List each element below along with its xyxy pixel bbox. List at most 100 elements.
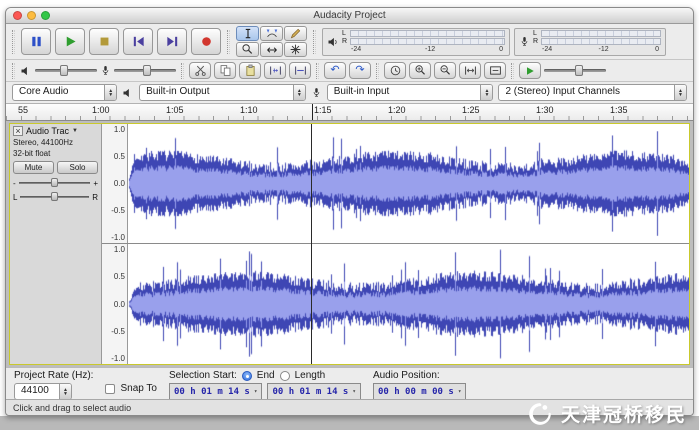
timeline-label: 1:35 <box>610 105 628 115</box>
meter-right-label: R <box>533 37 539 45</box>
play-button[interactable] <box>55 28 85 55</box>
fit-project-button[interactable] <box>484 62 506 79</box>
clock-icon <box>390 65 400 76</box>
selection-toolbar: Project Rate (Hz): 44100 ▲ ▼ Snap To Sel… <box>6 367 693 400</box>
end-radio[interactable] <box>241 370 252 381</box>
device-toolbar: Core Audio ▲ ▼ Built-in Output ▲ ▼ Built… <box>6 82 693 104</box>
meter-bars: L R -24 -12 0 <box>533 29 661 54</box>
stop-button[interactable] <box>89 28 119 55</box>
track-close-button[interactable]: × <box>13 126 23 136</box>
track-menu-dropdown-icon[interactable]: ▼ <box>72 128 78 134</box>
toolbar-grip[interactable] <box>227 29 230 54</box>
double-arrow-icon <box>266 46 277 53</box>
record-button[interactable] <box>191 28 221 55</box>
sync-lock-button[interactable] <box>384 62 406 79</box>
audio-host-select[interactable]: Core Audio ▲ ▼ <box>12 84 118 101</box>
envelope-tool-button[interactable] <box>260 26 283 41</box>
playback-meter[interactable]: L R -24 -12 0 <box>322 27 510 56</box>
undo-button[interactable]: ↶ <box>324 62 346 79</box>
cut-button[interactable] <box>189 62 211 79</box>
timeline-label: 1:25 <box>462 105 480 115</box>
title-bar[interactable]: Audacity Project <box>6 8 693 24</box>
waveform-right[interactable] <box>128 244 689 364</box>
fit-selection-icon <box>464 66 476 75</box>
pan-left-label: L <box>13 192 18 202</box>
length-radio-label[interactable]: Length <box>295 370 326 381</box>
project-rate-group: Project Rate (Hz): 44100 ▲ ▼ <box>14 369 93 400</box>
draw-tool-button[interactable] <box>284 26 307 41</box>
gain-slider[interactable] <box>18 178 91 188</box>
input-volume-mic-icon <box>102 66 109 75</box>
recording-meter[interactable]: L R -24 -12 0 <box>514 27 666 56</box>
copy-button[interactable] <box>214 62 236 79</box>
skip-end-icon <box>166 36 177 47</box>
length-radio[interactable] <box>279 370 290 381</box>
combo-stepper-icon: ▲ ▼ <box>292 85 305 100</box>
selection-tool-button[interactable] <box>236 26 259 41</box>
pause-button[interactable] <box>21 28 51 55</box>
output-device-select[interactable]: Built-in Output ▲ ▼ <box>139 84 306 101</box>
paste-button[interactable] <box>239 62 261 79</box>
meter-left-bar <box>541 29 661 37</box>
timefield-dropdown-icon[interactable]: ▾ <box>352 388 356 395</box>
mute-button[interactable]: Mute <box>13 161 54 175</box>
zoom-window-button[interactable] <box>41 11 50 20</box>
end-radio-label[interactable]: End <box>257 370 275 381</box>
magnifier-icon <box>242 44 253 54</box>
track-title[interactable]: Audio Trac <box>26 126 69 136</box>
zoom-out-button[interactable] <box>434 62 456 79</box>
silence-audio-button[interactable] <box>289 62 311 79</box>
timeline-ruler[interactable]: 55 1:00 1:05 1:10 1:15 1:20 1:25 1:30 1:… <box>6 104 693 121</box>
clipboard-icon <box>245 64 255 76</box>
input-volume-slider[interactable] <box>114 64 176 77</box>
toolbar-grip[interactable] <box>181 62 184 79</box>
close-window-button[interactable] <box>13 11 22 20</box>
redo-button[interactable]: ↷ <box>349 62 371 79</box>
timeline-label: 1:10 <box>240 105 258 115</box>
toolbar-grip[interactable] <box>12 62 15 79</box>
snap-to-checkbox[interactable] <box>105 383 116 394</box>
timefield-dropdown-icon[interactable]: ▾ <box>254 388 258 395</box>
output-volume-icon <box>21 66 27 75</box>
play-speed-slider[interactable] <box>544 64 606 77</box>
project-rate-label: Project Rate (Hz): <box>14 370 94 381</box>
toolbar-grip[interactable] <box>12 29 15 54</box>
toolbar-grip[interactable] <box>313 29 316 54</box>
microphone-icon <box>521 37 528 46</box>
timeline-label: 1:30 <box>536 105 554 115</box>
trim-audio-button[interactable] <box>264 62 286 79</box>
combo-stepper-icon: ▲ ▼ <box>104 85 117 100</box>
selection-start-timefield[interactable]: 00 h 01 m 14 s ▾ <box>168 383 263 400</box>
audio-position-label: Audio Position: <box>372 370 440 381</box>
play-at-speed-button[interactable] <box>519 62 541 79</box>
minimize-window-button[interactable] <box>27 11 36 20</box>
solo-button[interactable]: Solo <box>57 161 98 175</box>
audio-position-timefield[interactable]: 00 h 00 m 00 s ▾ <box>372 383 467 400</box>
skip-to-end-button[interactable] <box>157 28 187 55</box>
project-rate-select[interactable]: 44100 ▲ ▼ <box>14 383 72 400</box>
timeline-label: 55 <box>18 105 29 115</box>
selection-end-timefield[interactable]: 00 h 01 m 14 s ▾ <box>267 383 361 400</box>
track-control-panel: × Audio Trac ▼ Stereo, 44100Hz 32-bit fl… <box>10 124 102 364</box>
multi-tool-button[interactable] <box>284 42 307 57</box>
skip-to-start-button[interactable] <box>123 28 153 55</box>
toolbar-grip[interactable] <box>511 62 514 79</box>
selection-ibeam-icon <box>245 28 250 39</box>
waveform-left[interactable] <box>128 124 689 243</box>
play-at-speed-icon <box>527 66 534 75</box>
timeshift-tool-button[interactable] <box>260 42 283 57</box>
zoom-in-button[interactable] <box>409 62 431 79</box>
timefield-dropdown-icon[interactable]: ▾ <box>458 388 462 395</box>
input-channels-select[interactable]: 2 (Stereo) Input Channels ▲ ▼ <box>498 84 688 101</box>
output-volume-slider[interactable] <box>35 64 97 77</box>
toolbar-grip[interactable] <box>376 62 379 79</box>
track-channels: 1.0 0.5 0.0 -0.5 -1.0 1.0 0.5 0.0 -0.5 -… <box>102 124 689 364</box>
fit-project-icon <box>489 66 501 75</box>
transport-toolbar: L R -24 -12 0 L R -24 -12 0 <box>6 24 693 60</box>
track-area: × Audio Trac ▼ Stereo, 44100Hz 32-bit fl… <box>6 121 693 367</box>
zoom-tool-button[interactable] <box>236 42 259 57</box>
input-device-select[interactable]: Built-in Input ▲ ▼ <box>326 84 494 101</box>
pan-slider[interactable] <box>20 192 90 202</box>
fit-selection-button[interactable] <box>459 62 481 79</box>
toolbar-grip[interactable] <box>316 62 319 79</box>
